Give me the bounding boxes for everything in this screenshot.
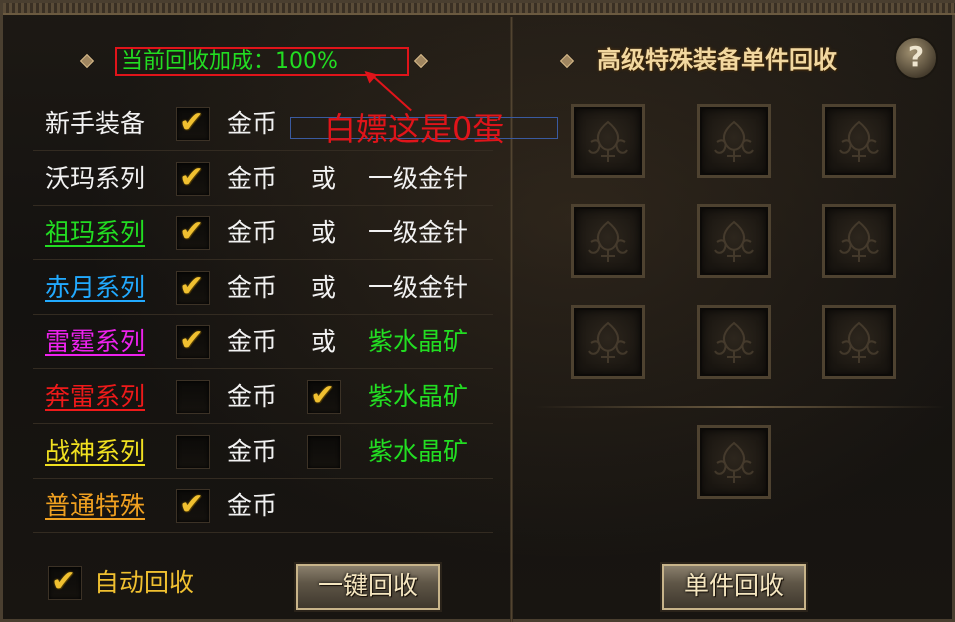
slot-emblem-icon (588, 120, 628, 162)
coin-label: 金币 (227, 218, 278, 248)
material-label: 紫水晶矿 (368, 327, 469, 357)
coin-label: 金币 (227, 382, 278, 411)
or-label: 或 (311, 327, 337, 357)
help-button[interactable]: ? (894, 36, 938, 80)
equipment-slot[interactable] (697, 104, 771, 178)
check-icon: ✔ (179, 487, 205, 523)
recycle-bonus-text: 当前回收加成：100% (121, 49, 338, 74)
category-row: 奔雷系列 金币 ✔ 紫水晶矿 (33, 370, 493, 424)
coin-checkbox[interactable]: ✔ (176, 159, 210, 196)
top-border-trim (3, 3, 955, 15)
single-recycle-button[interactable]: 单件回收 (660, 562, 808, 612)
check-icon: ✔ (51, 564, 77, 599)
slot-emblem-icon (714, 441, 754, 483)
or-label: 或 (311, 272, 337, 302)
check-icon: ✔ (179, 159, 205, 195)
coin-checkbox[interactable]: ✔ (176, 323, 210, 360)
category-label[interactable]: 祖玛系列 (45, 216, 145, 250)
coin-label: 金币 (227, 163, 278, 193)
category-label[interactable]: 赤月系列 (45, 271, 145, 305)
category-row: 赤月系列 ✔ 金币 或 一级金针 (33, 261, 493, 315)
slot-emblem-icon (588, 321, 628, 363)
slot-emblem-icon (588, 220, 628, 262)
category-label: 新手装备 (45, 109, 146, 138)
or-label: 或 (311, 163, 337, 193)
slot-separator (535, 406, 945, 408)
category-row: 祖玛系列 ✔ 金币 或 一级金针 (33, 206, 493, 261)
material-label: 一级金针 (368, 272, 469, 302)
equipment-slot[interactable] (571, 204, 645, 278)
material-label: 紫水晶矿 (368, 382, 469, 411)
slot-emblem-icon (714, 220, 754, 262)
coin-checkbox[interactable]: ✔ (176, 214, 210, 251)
or-label: 或 (311, 218, 337, 248)
right-header-ornament-icon (559, 53, 575, 69)
material-checkbox[interactable]: ✔ (307, 378, 341, 414)
coin-checkbox[interactable]: ✔ (176, 268, 210, 305)
category-row: 雷霆系列 ✔ 金币 或 紫水晶矿 (33, 315, 493, 370)
single-recycle-slot[interactable] (697, 425, 771, 499)
slot-emblem-icon (714, 321, 754, 363)
equipment-slot[interactable] (822, 305, 896, 379)
slot-emblem-icon (714, 120, 754, 162)
check-icon: ✔ (179, 105, 205, 140)
coin-checkbox[interactable]: ✔ (176, 487, 210, 524)
coin-checkbox[interactable] (176, 434, 210, 469)
single-recycle-title: 高级特殊装备单件回收 (597, 45, 837, 74)
equipment-slot[interactable] (822, 104, 896, 178)
category-label[interactable]: 普通特殊 (45, 489, 145, 523)
material-checkbox[interactable] (307, 434, 341, 469)
material-label: 一级金针 (368, 218, 469, 248)
coin-checkbox[interactable] (176, 380, 210, 414)
equipment-slot[interactable] (697, 305, 771, 379)
category-row: 沃玛系列 ✔ 金币 或 一级金针 (33, 152, 493, 206)
annotation-text: 白嫖这是0蛋 (324, 110, 505, 148)
equipment-slot[interactable] (822, 204, 896, 278)
one-click-recycle-button[interactable]: 一键回收 (294, 562, 442, 612)
slot-emblem-icon (839, 220, 879, 262)
auto-recycle-checkbox[interactable]: ✔ (48, 564, 82, 600)
coin-label: 金币 (227, 272, 278, 302)
check-icon: ✔ (179, 268, 205, 304)
material-label: 紫水晶矿 (368, 436, 469, 466)
coin-label: 金币 (227, 327, 278, 357)
category-row: 战神系列 金币 紫水晶矿 (33, 425, 493, 479)
equipment-slot[interactable] (571, 305, 645, 379)
category-label[interactable]: 战神系列 (45, 435, 145, 469)
coin-label: 金币 (227, 436, 278, 466)
check-icon: ✔ (179, 214, 205, 250)
category-label[interactable]: 雷霆系列 (45, 325, 145, 359)
category-label[interactable]: 奔雷系列 (45, 380, 145, 414)
category-row: 普通特殊 ✔ 金币 (33, 479, 493, 534)
header-left-ornament-icon (79, 53, 95, 69)
equipment-slot[interactable] (697, 204, 771, 278)
check-icon: ✔ (179, 323, 205, 359)
category-label: 沃玛系列 (45, 163, 146, 193)
coin-label: 金币 (227, 491, 278, 521)
coin-checkbox[interactable]: ✔ (176, 105, 210, 141)
slot-emblem-icon (839, 321, 879, 363)
coin-label: 金币 (227, 109, 278, 138)
header-right-ornament-icon (413, 53, 429, 69)
panel-divider (510, 17, 513, 622)
slot-emblem-icon (839, 120, 879, 162)
recycle-window: 当前回收加成：100% 新手装备 ✔ 金币 沃玛系列 ✔ 金币或一级金针 祖玛系列 ✔ 金币或一… (0, 0, 955, 622)
auto-recycle-label: 自动回收 (94, 568, 195, 597)
material-label: 一级金针 (368, 163, 469, 193)
equipment-slot[interactable] (571, 104, 645, 178)
check-icon: ✔ (310, 378, 336, 413)
